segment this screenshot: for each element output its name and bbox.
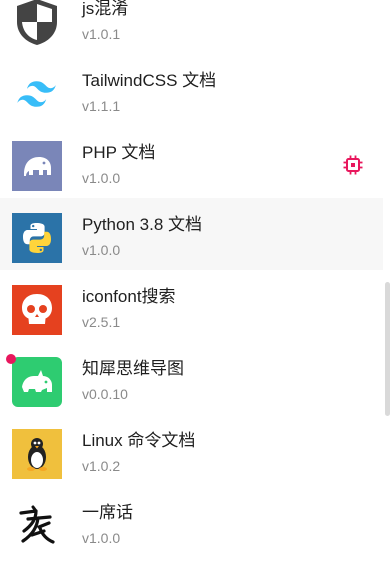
item-version: v1.0.2 [82,458,121,474]
list-item[interactable]: TailwindCSS 文档 v1.1.1 [0,54,383,126]
item-version: v1.0.0 [82,170,121,186]
item-version: v0.0.10 [82,386,128,402]
list-item[interactable]: 一席话 v1.0.0 [0,486,383,558]
item-version: v1.1.1 [82,98,121,114]
python-icon [12,213,62,263]
php-elephant-icon [12,141,62,191]
item-title: 一席话 [82,503,133,522]
plugin-list: js混淆 v1.0.1 TailwindCSS 文档 v1.1.1 PHP 文档… [0,0,383,558]
chip-icon[interactable] [343,155,363,175]
list-item[interactable]: Python 3.8 文档 v1.0.0 [0,198,383,270]
rhino-icon [12,357,62,407]
item-title: PHP 文档 [82,143,156,162]
item-version: v1.0.0 [82,242,121,258]
linux-penguin-icon [12,429,62,479]
item-title: 知犀思维导图 [82,359,184,378]
calligraphy-icon [12,501,62,551]
list-item[interactable]: iconfont搜索 v2.5.1 [0,270,383,342]
list-item[interactable]: PHP 文档 v1.0.0 [0,126,383,198]
list-item[interactable]: Linux 命令文档 v1.0.2 [0,414,383,486]
item-title: Python 3.8 文档 [82,215,203,234]
list-item[interactable]: js混淆 v1.0.1 [0,0,383,54]
iconfont-skull-icon [12,285,62,335]
item-version: v2.5.1 [82,314,121,330]
item-version: v1.0.1 [82,26,121,42]
tailwind-icon [12,69,62,119]
item-title: js混淆 [82,0,129,18]
shield-icon [12,0,62,47]
scrollbar-thumb[interactable] [385,282,390,416]
item-title: TailwindCSS 文档 [82,71,217,90]
item-title: iconfont搜索 [82,287,176,306]
list-item[interactable]: 知犀思维导图 v0.0.10 [0,342,383,414]
item-title: Linux 命令文档 [82,431,196,450]
item-version: v1.0.0 [82,530,121,546]
unread-dot [6,354,16,364]
